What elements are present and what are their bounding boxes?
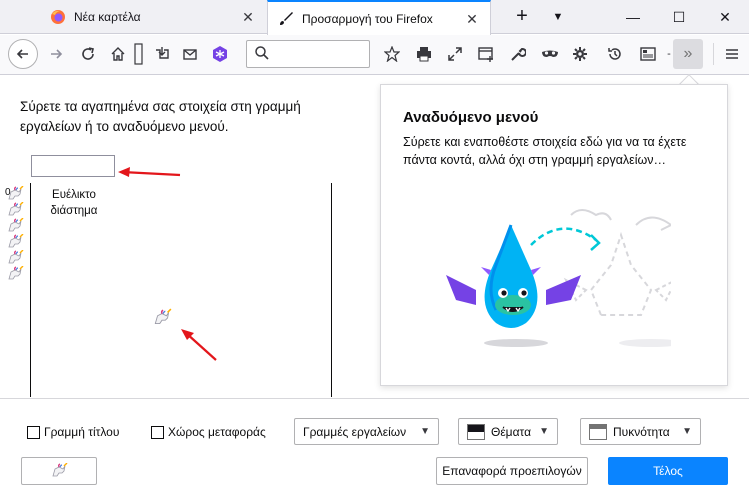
title-bar-label: Γραμμή τίτλου <box>44 425 120 439</box>
extension-icon[interactable] <box>206 40 234 68</box>
search-icon <box>254 45 270 64</box>
chevron-down-icon: ▼ <box>420 426 430 437</box>
firefox-logo-icon <box>50 9 66 25</box>
theme-icon <box>467 423 485 440</box>
gear-icon[interactable] <box>566 40 594 68</box>
footer-separator <box>0 398 749 399</box>
done-button[interactable]: Τέλος <box>608 457 728 485</box>
forward-icon[interactable] <box>42 40 70 68</box>
red-arrow-icon <box>181 329 217 361</box>
themes-dropdown[interactable]: Θέματα ▼ <box>458 418 558 445</box>
themes-label: Θέματα <box>491 424 532 439</box>
minimize-button[interactable]: — <box>610 0 656 34</box>
bookmark-star-icon[interactable] <box>378 40 406 68</box>
chevron-down-icon: ▼ <box>539 426 549 437</box>
search-input[interactable] <box>246 40 370 68</box>
unicorn-icon[interactable] <box>6 218 24 234</box>
unicorn-icon[interactable] <box>152 308 172 328</box>
unicorn-icon[interactable] <box>6 202 24 218</box>
unicorn-icon[interactable] <box>6 186 24 202</box>
overflow-illustration <box>446 209 671 347</box>
overflow-panel[interactable]: Αναδυόμενο μενού Σύρετε και εναποθέστε σ… <box>380 84 728 386</box>
home-icon[interactable] <box>104 40 132 68</box>
tab-label: Νέα καρτέλα <box>74 10 141 24</box>
new-window-icon[interactable] <box>472 40 500 68</box>
close-window-button[interactable]: ✕ <box>702 0 748 34</box>
unicorn-icon <box>52 463 68 477</box>
red-arrow-icon <box>118 167 181 177</box>
unicorn-icon[interactable] <box>6 234 24 250</box>
print-icon[interactable] <box>410 40 438 68</box>
history-icon[interactable] <box>601 40 629 68</box>
reload-icon[interactable] <box>74 40 102 68</box>
new-tab-plus-icon[interactable]: + <box>510 6 534 28</box>
chevron-down-icon: ▼ <box>682 426 692 437</box>
panel-description: Σύρετε και εναποθέστε στοιχεία εδώ για ν… <box>403 135 687 167</box>
maximize-button[interactable]: ☐ <box>656 0 702 34</box>
drag-space-checkbox-row[interactable]: Χώρος μεταφοράς <box>151 425 266 439</box>
navigation-toolbar: - » <box>0 35 749 75</box>
restore-defaults-button[interactable]: Επαναφορά προεπιλογών <box>436 457 588 485</box>
density-dropdown[interactable]: Πυκνότητα ▼ <box>580 418 701 445</box>
overflow-chevron-icon[interactable]: » <box>673 39 703 69</box>
density-label: Πυκνότητα <box>613 424 670 439</box>
drag-space-label: Χώρος μεταφοράς <box>168 425 266 439</box>
tab-strip: Νέα καρτέλα ✕ Προσαρμογή του Firefox ✕ +… <box>0 0 749 35</box>
toolbars-dropdown[interactable]: Γραμμές εργαλείων ▼ <box>294 418 439 445</box>
flexible-space-item[interactable] <box>31 155 115 177</box>
customize-instruction: Σύρετε τα αγαπημένα σας στοιχεία στη γρα… <box>20 99 301 134</box>
unicorn-stack <box>6 186 28 282</box>
save-to-pocket-icon[interactable] <box>148 40 176 68</box>
tab-label: Προσαρμογή του Firefox <box>302 11 433 26</box>
close-tab-icon[interactable]: ✕ <box>464 11 480 27</box>
close-tab-icon[interactable]: ✕ <box>240 9 256 25</box>
tab-customize-firefox[interactable]: Προσαρμογή του Firefox ✕ <box>267 0 491 35</box>
hamburger-menu-icon[interactable] <box>718 40 746 68</box>
paintbrush-icon <box>278 11 294 27</box>
fullscreen-icon[interactable] <box>441 40 469 68</box>
customize-wrench-icon[interactable] <box>504 40 532 68</box>
email-icon[interactable] <box>176 40 204 68</box>
private-mask-icon[interactable] <box>536 40 564 68</box>
unicorn-icon[interactable] <box>6 250 24 266</box>
title-bar-checkbox[interactable] <box>27 425 40 439</box>
tab-new-tab[interactable]: Νέα καρτέλα ✕ <box>40 0 266 34</box>
list-all-tabs-chevron-icon[interactable]: ▼ <box>548 6 568 28</box>
back-icon[interactable] <box>8 39 38 69</box>
flexible-space-label: Ευέλικτο διάστημα <box>50 189 98 217</box>
library-icon[interactable] <box>132 40 146 68</box>
toolbars-label: Γραμμές εργαλείων <box>303 424 407 439</box>
drag-space-checkbox[interactable] <box>151 425 164 439</box>
title-bar-checkbox-row[interactable]: Γραμμή τίτλου <box>27 425 119 439</box>
density-icon <box>589 423 607 440</box>
palette-border-left <box>30 183 31 397</box>
palette-border-right <box>331 183 332 397</box>
unicorn-icon[interactable] <box>6 266 24 282</box>
sidebar-icon[interactable] <box>634 40 662 68</box>
panel-title: Αναδυόμενο μενού <box>403 109 539 126</box>
toolbar-separator <box>713 43 714 65</box>
unicorn-button[interactable] <box>21 457 97 485</box>
